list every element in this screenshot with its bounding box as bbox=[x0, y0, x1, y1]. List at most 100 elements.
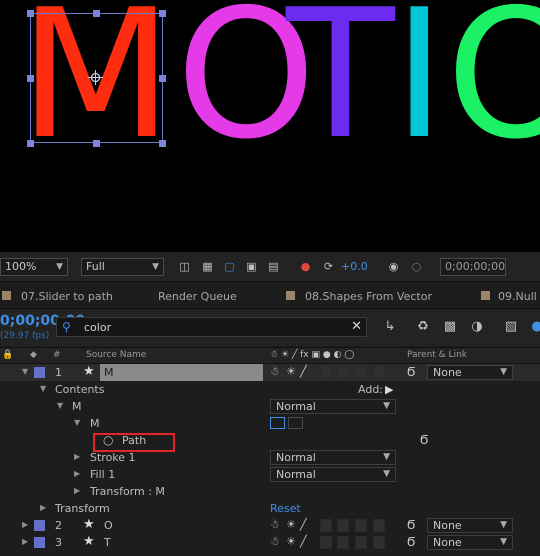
quality-switch-icon[interactable]: ╱ bbox=[300, 518, 307, 531]
column-source-name[interactable]: Source Name bbox=[86, 350, 146, 360]
stopwatch-icon[interactable]: ○ bbox=[103, 433, 113, 447]
pickwhip-icon[interactable]: Ϭ bbox=[407, 535, 415, 549]
layer-label-color[interactable] bbox=[34, 367, 45, 378]
transform-m-row[interactable]: ▶ Transform : M bbox=[0, 483, 540, 500]
show-snapshot-icon[interactable]: ○ bbox=[409, 260, 424, 274]
transform-handle[interactable] bbox=[27, 10, 34, 17]
clear-search-icon[interactable]: ✕ bbox=[351, 319, 362, 334]
transparency-grid-icon[interactable]: ▦ bbox=[200, 260, 215, 274]
collapse-switch-icon[interactable]: ☀ bbox=[286, 518, 296, 531]
layer-row-1[interactable]: ▼ 1 ★ M ☃ ☀ ╱ Ϭ None ▼ bbox=[0, 364, 540, 381]
expand-toggle-icon[interactable]: ▶ bbox=[74, 469, 80, 478]
contents-row[interactable]: ▼ Contents Add: ▶ bbox=[0, 381, 540, 398]
tab-slider-to-path[interactable]: 07.Slider to path bbox=[21, 290, 113, 303]
color-channels-icon[interactable]: ● bbox=[298, 260, 313, 274]
reset-link[interactable]: Reset bbox=[270, 502, 301, 515]
shy-switch-icon[interactable]: ☃ bbox=[270, 518, 280, 531]
layer-name[interactable]: M bbox=[104, 366, 114, 379]
expand-toggle-icon[interactable]: ▶ bbox=[74, 452, 80, 461]
expand-toggle-icon[interactable]: ▼ bbox=[74, 418, 80, 427]
anchor-point-icon[interactable] bbox=[88, 70, 103, 85]
reset-exposure-icon[interactable]: ⟳ bbox=[321, 260, 336, 274]
blend-mode-dropdown[interactable]: Normal ▼ bbox=[270, 399, 396, 414]
transform-handle[interactable] bbox=[27, 75, 34, 82]
draft-3d-icon[interactable]: ♻ bbox=[414, 319, 432, 335]
pickwhip-icon[interactable]: Ϭ bbox=[407, 518, 415, 532]
shy-layers-icon[interactable]: ▩ bbox=[441, 319, 459, 335]
transform-handle[interactable] bbox=[27, 140, 34, 147]
transform-handle[interactable] bbox=[93, 140, 100, 147]
layer-row-3[interactable]: ▶ 3 ★ T ☃ ☀ ╱ Ϭ None ▼ bbox=[0, 534, 540, 551]
frame-blending-icon[interactable]: ◑ bbox=[468, 319, 486, 335]
quality-switch-icon[interactable]: ╱ bbox=[300, 535, 307, 548]
expand-toggle-icon[interactable]: ▶ bbox=[74, 486, 80, 495]
expand-toggle-icon[interactable]: ▼ bbox=[22, 367, 28, 376]
tab-shapes-from-vector[interactable]: 08.Shapes From Vector bbox=[305, 290, 432, 303]
expand-toggle-icon[interactable]: ▼ bbox=[57, 401, 63, 410]
parent-dropdown[interactable]: None ▼ bbox=[427, 535, 513, 550]
shy-switch-icon[interactable]: ☃ bbox=[270, 535, 280, 548]
group-m-row[interactable]: ▼ M Normal ▼ bbox=[0, 398, 540, 415]
parent-dropdown[interactable]: None ▼ bbox=[427, 365, 513, 380]
switch-slot[interactable] bbox=[320, 519, 332, 532]
mask-visibility-icon[interactable]: ▢ bbox=[222, 260, 237, 274]
transform-row[interactable]: ▶ Transform Reset bbox=[0, 500, 540, 517]
expand-toggle-icon[interactable]: ▼ bbox=[40, 384, 46, 393]
quality-switch-icon[interactable]: ╱ bbox=[300, 365, 307, 378]
add-menu-icon[interactable]: ▶ bbox=[385, 383, 393, 396]
switch-slot[interactable] bbox=[337, 536, 349, 549]
blend-mode-dropdown[interactable]: Normal ▼ bbox=[270, 467, 396, 482]
zoom-dropdown[interactable]: 100% ▼ bbox=[0, 258, 68, 276]
path-m-row[interactable]: ▼ M bbox=[0, 415, 540, 432]
layer-label-color[interactable] bbox=[34, 520, 45, 531]
switch-slot[interactable] bbox=[337, 519, 349, 532]
region-of-interest-icon[interactable]: ▣ bbox=[244, 260, 259, 274]
comp-mini-flowchart-icon[interactable]: ↳ bbox=[381, 319, 399, 335]
path-direction-icon[interactable] bbox=[270, 417, 285, 429]
switch-slot[interactable] bbox=[355, 366, 367, 379]
layer-label-color[interactable] bbox=[34, 537, 45, 548]
layer-name[interactable]: T bbox=[104, 536, 111, 549]
fill-row[interactable]: ▶ Fill 1 Normal ▼ bbox=[0, 466, 540, 483]
layer-name[interactable]: O bbox=[104, 519, 113, 532]
graph-editor-icon[interactable]: ● bbox=[528, 319, 540, 335]
collapse-switch-icon[interactable]: ☀ bbox=[286, 365, 296, 378]
switch-slot[interactable] bbox=[337, 366, 349, 379]
parent-dropdown[interactable]: None ▼ bbox=[427, 518, 513, 533]
blend-mode-dropdown[interactable]: Normal ▼ bbox=[270, 450, 396, 465]
transform-handle[interactable] bbox=[159, 140, 166, 147]
search-input[interactable]: color bbox=[84, 321, 111, 334]
search-field[interactable]: ⚲ color ✕ bbox=[56, 317, 367, 337]
motion-blur-icon[interactable]: ▧ bbox=[502, 319, 520, 335]
reverse-path-icon[interactable] bbox=[288, 417, 303, 429]
expand-toggle-icon[interactable]: ▶ bbox=[22, 520, 28, 529]
expand-toggle-icon[interactable]: ▶ bbox=[40, 503, 46, 512]
shy-switch-icon[interactable]: ☃ bbox=[270, 365, 280, 378]
switch-slot[interactable] bbox=[373, 519, 385, 532]
fast-previews-icon[interactable]: ◫ bbox=[177, 260, 192, 274]
transform-handle[interactable] bbox=[159, 10, 166, 17]
resolution-dropdown[interactable]: Full ▼ bbox=[81, 258, 164, 276]
stroke-row[interactable]: ▶ Stroke 1 Normal ▼ bbox=[0, 449, 540, 466]
switch-slot[interactable] bbox=[355, 519, 367, 532]
switch-slot[interactable] bbox=[320, 366, 332, 379]
switch-slot[interactable] bbox=[373, 536, 385, 549]
lock-icon[interactable]: 🔒 bbox=[2, 350, 13, 360]
tab-render-queue[interactable]: Render Queue bbox=[158, 290, 237, 303]
toggle-guides-icon[interactable]: ▤ bbox=[266, 260, 281, 274]
layer-row-2[interactable]: ▶ 2 ★ O ☃ ☀ ╱ Ϭ None ▼ bbox=[0, 517, 540, 534]
switch-slot[interactable] bbox=[373, 366, 385, 379]
composition-viewer[interactable]: M O T I O bbox=[0, 0, 540, 252]
label-tag-icon[interactable]: ◆ bbox=[30, 350, 37, 360]
camera-icon[interactable]: ◉ bbox=[386, 260, 401, 274]
pickwhip-icon[interactable]: Ϭ bbox=[420, 433, 428, 447]
tab-null-t[interactable]: 09.Null T bbox=[498, 290, 540, 303]
expand-toggle-icon[interactable]: ▶ bbox=[22, 537, 28, 546]
column-parent-link[interactable]: Parent & Link bbox=[407, 350, 467, 360]
switch-slot[interactable] bbox=[355, 536, 367, 549]
current-time-field[interactable]: 0;00;00;00 bbox=[440, 258, 506, 276]
switch-slot[interactable] bbox=[320, 536, 332, 549]
transform-handle[interactable] bbox=[93, 10, 100, 17]
path-property-row[interactable]: ○ Path Ϭ bbox=[0, 432, 540, 452]
transform-handle[interactable] bbox=[159, 75, 166, 82]
